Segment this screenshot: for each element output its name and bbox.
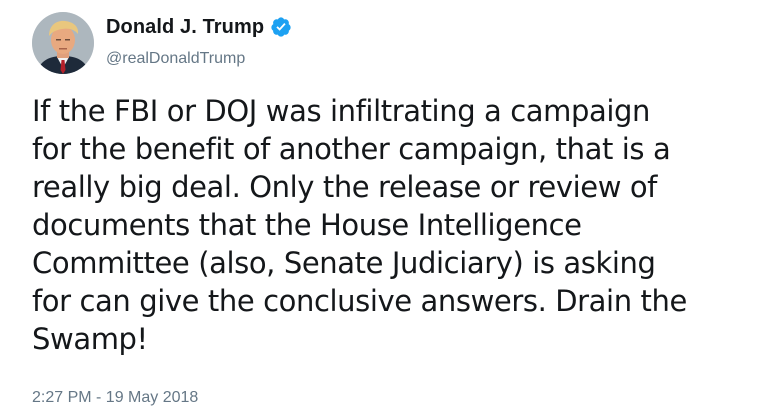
avatar[interactable] (32, 12, 94, 74)
profile-photo-icon (32, 12, 94, 74)
tweet-timestamp[interactable]: 2:27 PM - 19 May 2018 (32, 388, 198, 408)
tweet-text-line: for the benefit of another campaign, tha… (32, 132, 671, 166)
author-display-name[interactable]: Donald J. Trump (106, 15, 264, 39)
tweet-text-line: really big deal. Only the release or rev… (32, 170, 657, 204)
author-name-row[interactable]: Donald J. Trump (106, 15, 292, 39)
tweet-text-line: If the FBI or DOJ was infiltrating a cam… (32, 94, 651, 128)
tweet-text-line: for can give the conclusive answers. Dra… (32, 284, 687, 318)
tweet-card: Donald J. Trump @realDonaldTrump If the … (0, 0, 778, 420)
author-handle[interactable]: @realDonaldTrump (106, 49, 245, 69)
verified-badge-icon (270, 16, 292, 38)
tweet-text-line: documents that the House Intelligence (32, 208, 582, 242)
tweet-text-line: Committee (also, Senate Judiciary) is as… (32, 246, 656, 280)
tweet-text-line: Swamp! (32, 322, 148, 356)
tweet-text: If the FBI or DOJ was infiltrating a cam… (32, 92, 772, 358)
